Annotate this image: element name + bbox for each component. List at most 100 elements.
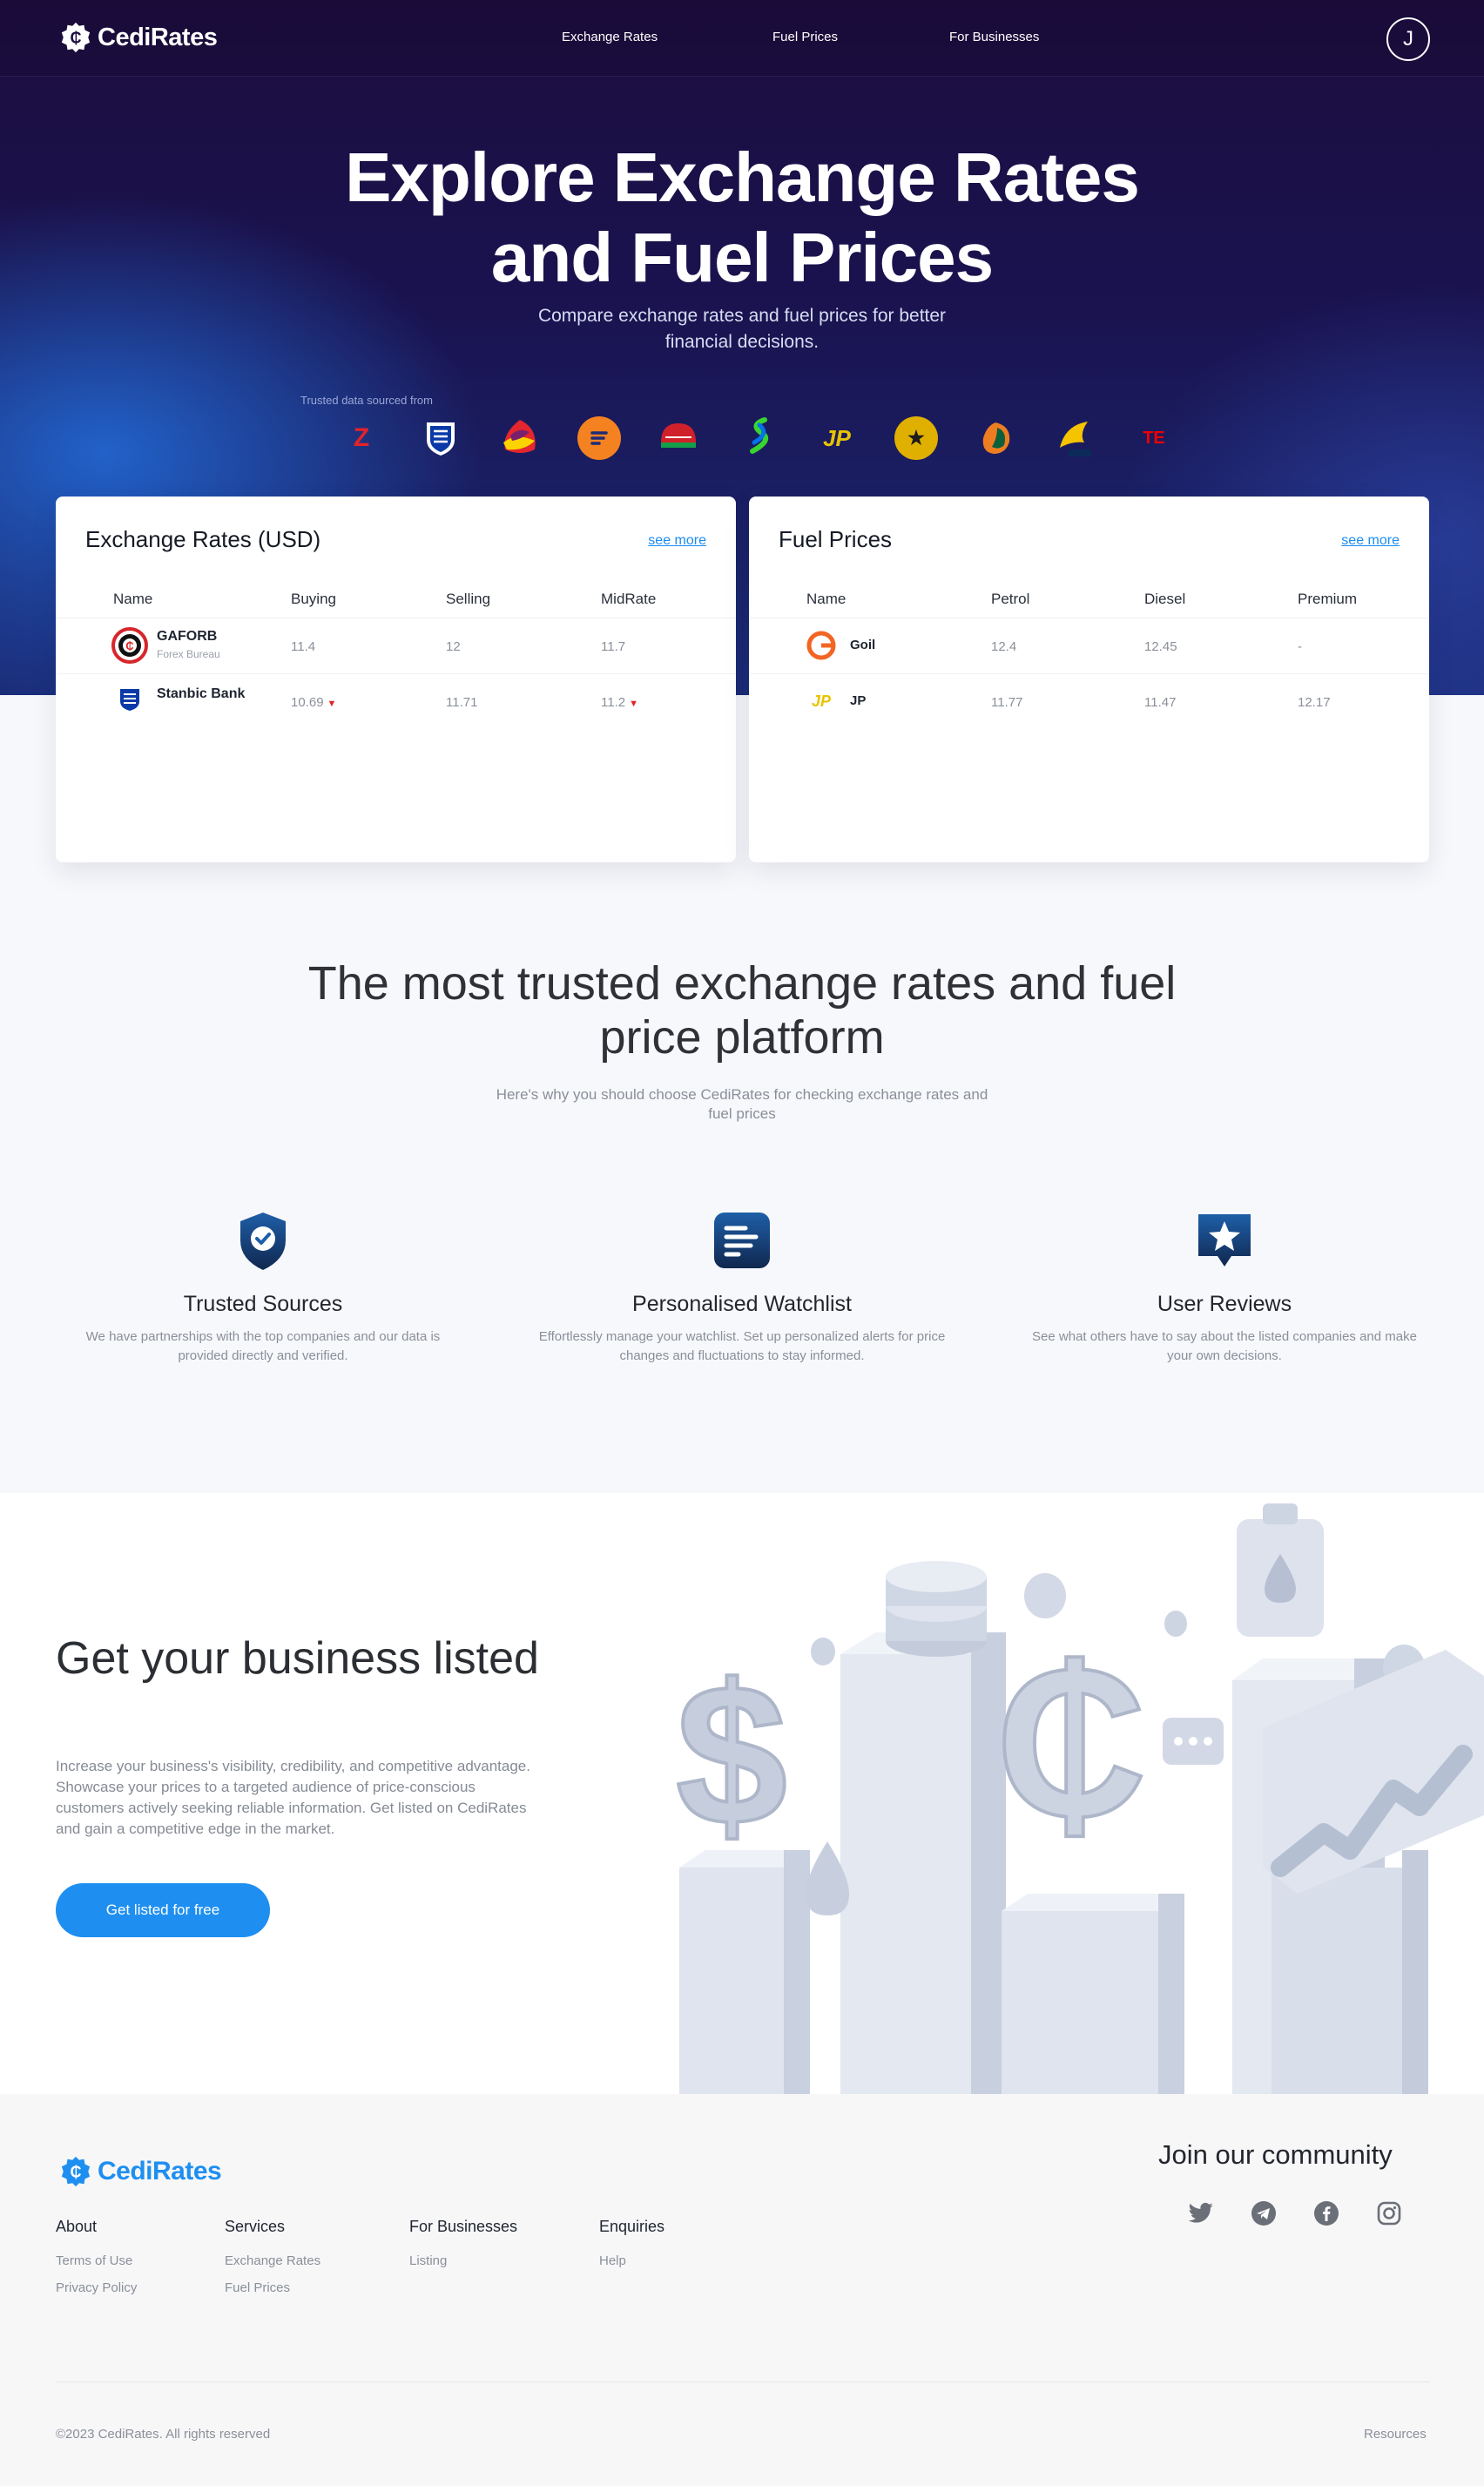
- feature-title: Trusted Sources: [183, 1292, 343, 1316]
- row-selling: 12: [446, 639, 461, 654]
- copyright-text: ©2023 CediRates. All rights reserved: [56, 2427, 271, 2442]
- resources-link[interactable]: Resources: [1364, 2427, 1427, 2442]
- col-name: Name: [806, 591, 847, 607]
- nav-for-businesses[interactable]: For Businesses: [949, 30, 1039, 44]
- footer-link-terms[interactable]: Terms of Use: [56, 2253, 137, 2268]
- instagram-icon[interactable]: [1374, 2199, 1404, 2228]
- zenith-logo-icon: Z: [353, 423, 370, 452]
- feature-personalised-watchlist: Personalised Watchlist Effortlessly mana…: [533, 1209, 951, 1366]
- col-petrol: Petrol: [991, 591, 1030, 607]
- access-bank-logo-icon: [974, 416, 1017, 460]
- footer-link-privacy[interactable]: Privacy Policy: [56, 2280, 137, 2295]
- why-section-subtitle: Here's why you should choose CediRates f…: [463, 1085, 1021, 1124]
- feature-text: We have partnerships with the top compan…: [85, 1329, 441, 1363]
- footer-link-listing[interactable]: Listing: [409, 2253, 517, 2268]
- fuel-see-more-link[interactable]: see more: [1341, 533, 1400, 549]
- row-midrate: 11.7: [601, 639, 626, 654]
- row-petrol: 12.4: [991, 639, 1017, 654]
- why-section-title: The most trusted exchange rates and fuel…: [219, 956, 1265, 1064]
- telegram-icon[interactable]: [1249, 2199, 1278, 2228]
- fuel-prices-card: Fuel Prices see more Name Petrol Diesel …: [749, 497, 1429, 862]
- feature-trusted-sources: Trusted Sources We have partnerships wit…: [54, 1209, 472, 1366]
- exchange-table-header: Name Buying Selling MidRate: [56, 578, 736, 618]
- feature-title: User Reviews: [1157, 1292, 1292, 1316]
- row-name: GAFORB: [157, 629, 218, 644]
- business-listing-section: Get your business listed Increase your b…: [0, 1493, 1484, 2094]
- footer-col-enquiries: Enquiries Help: [599, 2218, 664, 2280]
- svg-text:₵: ₵: [70, 2164, 81, 2181]
- why-title-line1: The most trusted exchange rates and fuel: [307, 957, 1177, 1010]
- hero-subtitle-line1: Compare exchange rates and fuel prices f…: [537, 306, 947, 326]
- row-buying-value: 10.69: [291, 695, 324, 710]
- star-review-icon: [1198, 1214, 1251, 1267]
- hero-title-line2: and Fuel Prices: [490, 219, 994, 296]
- row-selling: 11.71: [446, 695, 478, 710]
- row-petrol: 11.77: [991, 695, 1023, 710]
- trend-down-icon: ▼: [327, 699, 337, 709]
- hero-subtitle-line2: financial decisions.: [664, 332, 820, 352]
- row-diesel: 12.45: [1144, 639, 1177, 654]
- business-title: Get your business listed: [56, 1633, 539, 1684]
- row-midrate-value: 11.2: [601, 695, 626, 710]
- row-subtitle: Forex Bureau: [157, 648, 220, 660]
- col-buying: Buying: [291, 591, 336, 607]
- row-diesel: 11.47: [1144, 695, 1177, 710]
- user-avatar[interactable]: J: [1386, 17, 1430, 61]
- finance-illustration: $ ₵: [674, 1503, 1484, 2094]
- footer-col-heading: Enquiries: [599, 2218, 665, 2235]
- footer-brand-name: CediRates: [98, 2157, 222, 2185]
- exchange-card-title: Exchange Rates (USD): [85, 526, 321, 552]
- footer-link-fuel-prices[interactable]: Fuel Prices: [225, 2280, 320, 2295]
- twitter-icon[interactable]: [1186, 2199, 1216, 2228]
- trend-down-icon: ▼: [629, 699, 638, 709]
- svg-text:₵: ₵: [70, 30, 81, 47]
- footer-col-heading: For Businesses: [409, 2218, 518, 2235]
- business-text: Increase your business's visibility, cre…: [56, 1758, 530, 1837]
- nav-exchange-rates[interactable]: Exchange Rates: [562, 30, 658, 44]
- gaforb-logo-icon: ₵: [111, 627, 148, 664]
- footer-col-about: About Terms of Use Privacy Policy: [56, 2218, 137, 2307]
- footer-brand-logo[interactable]: ₵ CediRates: [59, 2155, 222, 2188]
- get-listed-button[interactable]: Get listed for free: [56, 1883, 270, 1937]
- feature-text: Effortlessly manage your watchlist. Set …: [538, 1329, 946, 1363]
- footer-col-services: Services Exchange Rates Fuel Prices: [225, 2218, 320, 2307]
- table-row[interactable]: JP JP 11.77 11.47 12.17: [749, 674, 1429, 730]
- hero-title-line1: Explore Exchange Rates: [345, 138, 1140, 216]
- footer-link-exchange-rates[interactable]: Exchange Rates: [225, 2253, 320, 2268]
- footer-col-businesses: For Businesses Listing: [409, 2218, 517, 2280]
- svg-text:₵: ₵: [125, 639, 134, 652]
- bank-of-ghana-logo-icon: ★: [894, 416, 938, 460]
- exchange-rates-card: Exchange Rates (USD) see more Name Buyin…: [56, 497, 736, 862]
- table-row[interactable]: Stanbic Bank 10.69 ▼ 11.71 11.2 ▼: [56, 674, 736, 730]
- svg-text:₵: ₵: [995, 1626, 1146, 1860]
- feature-title: Personalised Watchlist: [632, 1292, 852, 1316]
- brand-logo[interactable]: ₵ CediRates: [59, 21, 218, 54]
- col-premium: Premium: [1298, 591, 1358, 607]
- cedi-logo-icon: ₵: [61, 22, 91, 53]
- row-premium: 12.17: [1298, 695, 1331, 710]
- jp-logo-icon: JP: [823, 424, 851, 451]
- why-subtitle-line2: fuel prices: [708, 1105, 776, 1122]
- top-navbar: ₵ CediRates Exchange Rates Fuel Prices F…: [0, 0, 1484, 77]
- table-row[interactable]: ₵ GAFORB Forex Bureau 11.4 12 11.7: [56, 618, 736, 674]
- cedi-logo-icon: ₵: [61, 2156, 91, 2187]
- row-name: Goil: [850, 638, 876, 652]
- col-diesel: Diesel: [1144, 591, 1186, 607]
- why-subtitle-line1: Here's why you should choose CediRates f…: [496, 1086, 988, 1103]
- row-midrate: 11.2 ▼: [601, 695, 638, 710]
- facebook-icon[interactable]: [1312, 2199, 1341, 2228]
- col-name: Name: [113, 591, 153, 607]
- fuel-table-header: Name Petrol Diesel Premium: [749, 578, 1429, 618]
- fuel-card-title: Fuel Prices: [779, 526, 893, 552]
- nav-fuel-prices[interactable]: Fuel Prices: [772, 30, 838, 44]
- exchange-see-more-link[interactable]: see more: [648, 533, 706, 549]
- social-links: [1186, 2199, 1404, 2228]
- jp-row-logo-icon: JP: [811, 692, 832, 710]
- trusted-label: Trusted data sourced from: [300, 394, 433, 407]
- ecobank-logo-icon: [1053, 416, 1096, 460]
- footer-link-help[interactable]: Help: [599, 2253, 664, 2268]
- brand-name: CediRates: [98, 23, 218, 51]
- footer-divider: [56, 2381, 1430, 2382]
- fidelity-logo-icon: [577, 416, 621, 460]
- table-row[interactable]: Goil 12.4 12.45 -: [749, 618, 1429, 674]
